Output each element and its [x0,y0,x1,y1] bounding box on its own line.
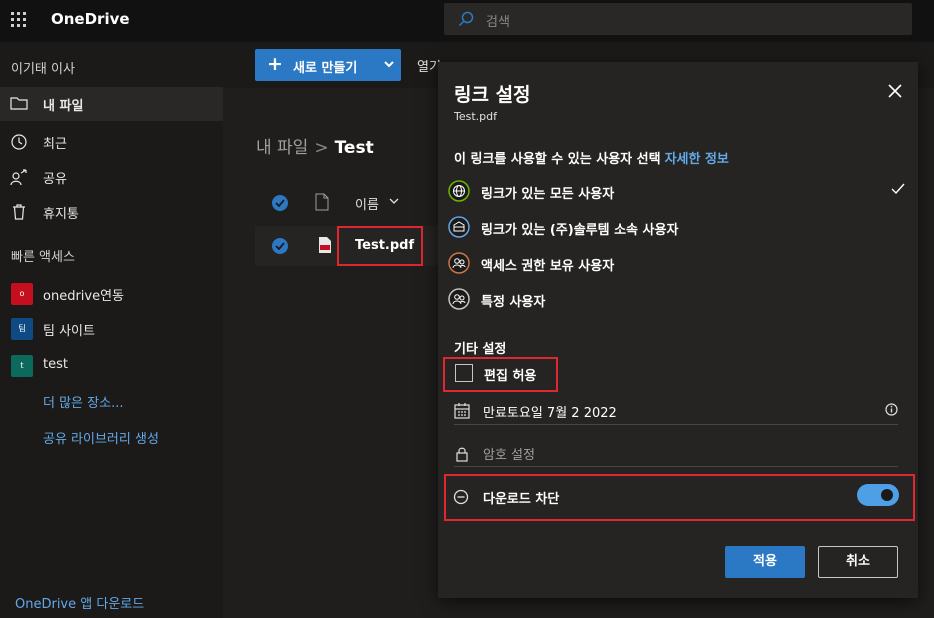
library-item-onedrive[interactable]: o onedrive연동 [0,278,223,308]
calendar-icon [454,403,470,419]
plus-icon: + [267,53,283,75]
library-item-team-site[interactable]: 팀 팀 사이트 [0,313,223,343]
option-label: 특정 사용자 [481,295,546,310]
library-label: onedrive연동 [43,289,125,304]
sidebar: 이기태 이사 내 파일 최근 공유 휴지통 빠른 액세스 o onedrive연… [0,42,223,618]
sidebar-item-recent[interactable]: 최근 [0,125,223,159]
app-title[interactable]: OneDrive [51,10,130,28]
lock-icon [456,447,468,462]
globe-icon [448,180,470,202]
top-bar: OneDrive 검색 [0,0,934,42]
app-download-link[interactable]: OneDrive 앱 다운로드 [15,593,144,612]
checkmark-icon [275,242,285,250]
more-places-link[interactable]: 더 많은 장소... [43,392,123,411]
info-icon[interactable] [885,403,898,416]
option-anyone[interactable]: 링크가 있는 모든 사용자 [448,175,908,209]
cancel-button[interactable]: 취소 [818,546,898,578]
sidebar-item-label: 휴지통 [43,207,79,222]
library-avatar: 팀 [11,318,33,340]
sidebar-item-recycle-bin[interactable]: 휴지통 [0,195,223,229]
column-header-name[interactable]: 이름 [355,194,379,213]
breadcrumb-root[interactable]: 내 파일 [256,138,308,158]
search-placeholder: 검색 [486,15,510,30]
option-organization[interactable]: 링크가 있는 (주)솔루템 소속 사용자 [448,211,908,245]
highlight-box [444,474,915,521]
folder-icon [10,97,28,110]
option-label: 링크가 있는 (주)솔루템 소속 사용자 [481,223,679,238]
apply-button[interactable]: 적용 [725,546,805,578]
expiry-date-field[interactable]: 만료토요일 7월 2 2022 [483,402,617,421]
breadcrumb: 내 파일 > Test [256,133,374,158]
sidebar-item-label: 최근 [43,137,67,152]
learn-more-link[interactable]: 자세한 정보 [665,152,729,167]
library-label: test [43,357,68,372]
dialog-title: 링크 설정 [454,84,531,106]
new-button-label: 새로 만들기 [293,61,358,76]
chevron-down-icon [384,61,394,68]
search-icon [458,11,474,27]
sidebar-item-my-files[interactable]: 내 파일 [0,87,223,121]
highlight-box [337,226,423,266]
chevron-down-icon [389,198,399,204]
dialog-file-name: Test.pdf [454,110,497,123]
sidebar-item-label: 공유 [43,172,67,187]
library-label: 팀 사이트 [43,324,95,339]
pdf-file-icon [319,237,331,253]
checkmark-icon [275,199,285,207]
other-settings-title: 기타 설정 [454,342,507,357]
people-icon [448,288,470,310]
checkmark-icon [891,183,905,195]
divider [454,466,898,467]
building-icon [448,216,470,238]
password-field[interactable]: 암호 설정 [483,444,535,463]
recycle-bin-icon [13,204,25,220]
new-button[interactable]: + 새로 만들기 [255,49,401,81]
sidebar-item-label: 내 파일 [43,99,84,114]
option-existing-access[interactable]: 액세스 권한 보유 사용자 [448,247,908,281]
file-type-icon [315,193,329,211]
library-item-test[interactable]: t test [0,350,223,380]
link-settings-dialog: 링크 설정 Test.pdf 이 링크를 사용할 수 있는 사용자 선택 자세한 … [438,62,918,598]
sidebar-item-shared[interactable]: 공유 [0,160,223,194]
option-specific-people[interactable]: 특정 사용자 [448,283,908,317]
select-all-checkbox[interactable] [272,195,288,211]
create-library-link[interactable]: 공유 라이브러리 생성 [43,428,159,447]
search-box[interactable]: 검색 [444,3,912,35]
people-share-icon [10,169,27,186]
quick-access-title: 빠른 액세스 [11,250,75,265]
history-icon [11,134,27,150]
breadcrumb-separator-icon: > [314,138,329,158]
user-name: 이기태 이사 [11,62,75,77]
library-avatar: t [11,355,33,377]
row-checkbox[interactable] [272,238,288,254]
audience-question-text: 이 링크를 사용할 수 있는 사용자 선택 [454,152,661,167]
people-icon [448,252,470,274]
audience-question: 이 링크를 사용할 수 있는 사용자 선택 자세한 정보 [454,148,729,167]
option-label: 링크가 있는 모든 사용자 [481,187,615,202]
app-launcher-icon[interactable] [11,12,27,28]
option-label: 액세스 권한 보유 사용자 [481,259,615,274]
breadcrumb-current: Test [334,138,374,158]
library-avatar: o [11,283,33,305]
close-icon[interactable] [886,82,904,100]
highlight-box [443,357,558,392]
divider [454,424,898,425]
